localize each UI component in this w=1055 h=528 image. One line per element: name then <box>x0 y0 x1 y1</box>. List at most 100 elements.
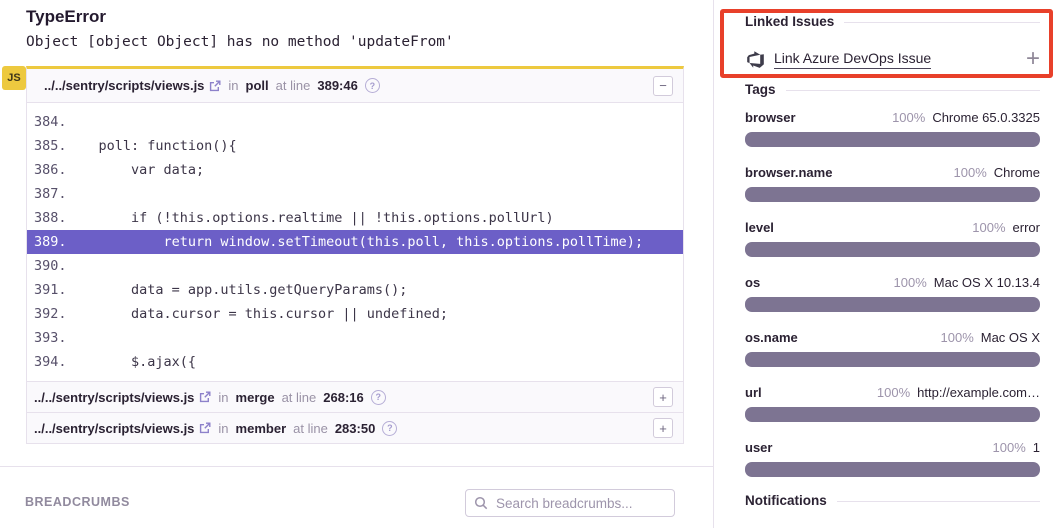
line-number: 387. <box>34 182 60 206</box>
stack-frame-header[interactable]: ../../sentry/scripts/views.js in member … <box>27 412 683 443</box>
page-title: TypeError <box>26 7 106 27</box>
issue-detail-page: TypeError Object [object Object] has no … <box>0 0 1055 528</box>
line-number: 393. <box>34 326 60 350</box>
tags-section-header: Tags <box>745 82 1040 97</box>
search-icon <box>474 496 488 510</box>
line-number: 385. <box>34 134 60 158</box>
at-line-label: at line <box>276 78 311 93</box>
code-text: if (!this.options.realtime || !this.opti… <box>66 206 554 230</box>
at-line-label: at line <box>282 390 317 405</box>
code-text: $.ajax({ <box>66 350 196 374</box>
help-icon[interactable]: ? <box>382 421 397 436</box>
tag-row: user 100% 1 <box>745 440 1040 477</box>
tag-distribution-bar[interactable] <box>745 242 1040 257</box>
tag-percent: 100% <box>972 220 1005 235</box>
code-text: poll: function(){ <box>66 134 237 158</box>
help-icon[interactable]: ? <box>371 390 386 405</box>
tag-key[interactable]: browser.name <box>745 165 832 180</box>
expand-frame-button[interactable]: + <box>653 418 673 438</box>
in-label: in <box>218 421 228 436</box>
code-line: 386. var data; <box>27 158 683 182</box>
tag-row: url 100% http://example.com… <box>745 385 1040 422</box>
code-line-crash: 389. return window.setTimeout(this.poll,… <box>27 230 683 254</box>
line-number: 386. <box>34 158 60 182</box>
tag-key[interactable]: user <box>745 440 772 455</box>
stack-frame-header[interactable]: ../../sentry/scripts/views.js in poll at… <box>27 69 683 103</box>
line-number: 392. <box>34 302 60 326</box>
tag-percent: 100% <box>993 440 1026 455</box>
tag-distribution-bar[interactable] <box>745 352 1040 367</box>
link-azure-devops-row[interactable]: Link Azure DevOps Issue + <box>745 47 1040 71</box>
breadcrumbs-section-title: BREADCRUMBS <box>25 495 130 509</box>
section-divider <box>0 466 713 467</box>
code-line: 393. <box>27 326 683 350</box>
add-linked-issue-button[interactable]: + <box>1026 50 1040 68</box>
tag-percent: 100% <box>877 385 910 400</box>
breadcrumbs-search-box[interactable] <box>465 489 675 517</box>
stack-frame-header[interactable]: ../../sentry/scripts/views.js in merge a… <box>27 381 683 412</box>
platform-js-badge: JS <box>2 66 26 90</box>
link-azure-devops-issue-link[interactable]: Link Azure DevOps Issue <box>774 50 931 69</box>
line-number: 388. <box>34 206 60 230</box>
tag-key[interactable]: os <box>745 275 760 290</box>
in-label: in <box>228 78 238 93</box>
code-text: data = app.utils.getQueryParams(); <box>66 278 407 302</box>
sidebar-divider <box>713 0 714 528</box>
code-text: return window.setTimeout(this.poll, this… <box>66 230 643 254</box>
breadcrumbs-search-input[interactable] <box>494 495 666 512</box>
in-label: in <box>218 390 228 405</box>
exception-message: Object [object Object] has no method 'up… <box>26 34 454 50</box>
tag-percent: 100% <box>941 330 974 345</box>
tag-key[interactable]: url <box>745 385 762 400</box>
linked-issues-title: Linked Issues <box>745 14 834 29</box>
frame-line-number: 389:46 <box>317 78 357 93</box>
tag-key[interactable]: level <box>745 220 774 235</box>
code-text: data.cursor = this.cursor || undefined; <box>66 302 448 326</box>
tag-distribution-bar[interactable] <box>745 407 1040 422</box>
code-line: 391. data = app.utils.getQueryParams(); <box>27 278 683 302</box>
tag-distribution-bar[interactable] <box>745 132 1040 147</box>
tag-distribution-bar[interactable] <box>745 297 1040 312</box>
tag-value[interactable]: error <box>1013 220 1040 235</box>
frame-filename[interactable]: ../../sentry/scripts/views.js <box>34 390 194 405</box>
frame-filename[interactable]: ../../sentry/scripts/views.js <box>34 421 194 436</box>
notifications-section-header: Notifications <box>745 493 1040 508</box>
external-link-icon[interactable] <box>209 80 221 92</box>
stack-trace: ../../sentry/scripts/views.js in poll at… <box>26 66 684 444</box>
linked-issues-section-header: Linked Issues <box>745 14 1040 29</box>
external-link-icon[interactable] <box>199 391 211 403</box>
help-icon[interactable]: ? <box>365 78 380 93</box>
tag-value[interactable]: Chrome 65.0.3325 <box>932 110 1040 125</box>
azure-devops-icon <box>745 49 765 69</box>
tag-row: os 100%Mac OS X 10.13.4 <box>745 275 1040 312</box>
tag-row: level 100% error <box>745 220 1040 257</box>
code-text: var data; <box>66 158 204 182</box>
code-line: 394. $.ajax({ <box>27 350 683 374</box>
tag-value[interactable]: Chrome <box>994 165 1040 180</box>
tag-percent: 100% <box>892 110 925 125</box>
code-line: 390. <box>27 254 683 278</box>
tag-value[interactable]: Mac OS X <box>981 330 1040 345</box>
source-context: 384. 385. poll: function(){ 386. var dat… <box>27 103 683 381</box>
tag-distribution-bar[interactable] <box>745 462 1040 477</box>
code-line: 392. data.cursor = this.cursor || undefi… <box>27 302 683 326</box>
collapse-frame-button[interactable]: − <box>653 76 673 96</box>
tag-row: os.name 100% Mac OS X <box>745 330 1040 367</box>
line-number: 391. <box>34 278 60 302</box>
external-link-icon[interactable] <box>199 422 211 434</box>
code-line: 388. if (!this.options.realtime || !this… <box>27 206 683 230</box>
tag-distribution-bar[interactable] <box>745 187 1040 202</box>
tag-value[interactable]: 1 <box>1033 440 1040 455</box>
frame-function: member <box>236 421 287 436</box>
tag-value[interactable]: Mac OS X 10.13.4 <box>934 275 1040 290</box>
line-number: 390. <box>34 254 60 278</box>
frame-line-number: 268:16 <box>323 390 363 405</box>
line-number: 384. <box>34 110 60 134</box>
line-number: 389. <box>34 230 60 254</box>
tag-key[interactable]: os.name <box>745 330 798 345</box>
expand-frame-button[interactable]: + <box>653 387 673 407</box>
frame-line-number: 283:50 <box>335 421 375 436</box>
frame-filename[interactable]: ../../sentry/scripts/views.js <box>44 78 204 93</box>
tag-value[interactable]: http://example.com… <box>917 385 1040 400</box>
tag-key[interactable]: browser <box>745 110 796 125</box>
